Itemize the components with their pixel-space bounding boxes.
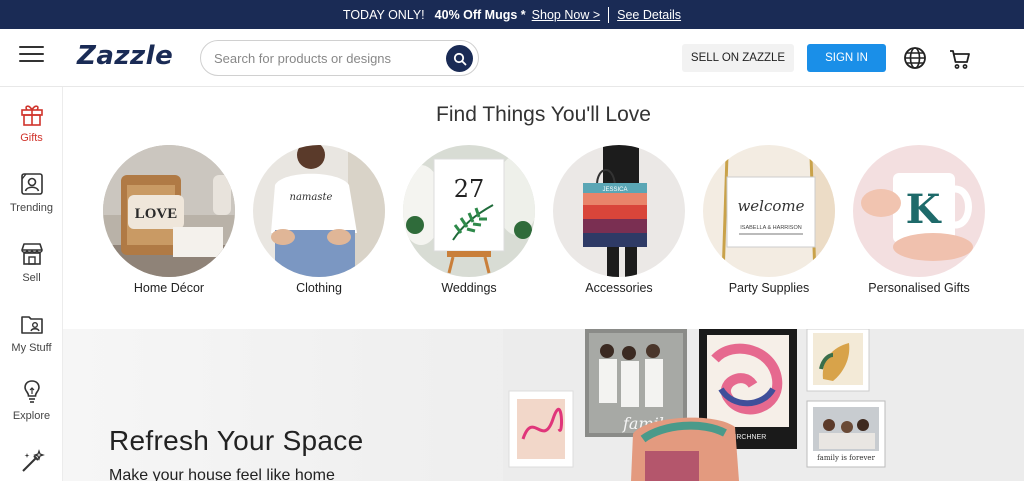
category-label: Weddings: [441, 281, 497, 295]
lightbulb-icon: [23, 380, 40, 403]
accessories-image: JESSICA: [553, 145, 685, 277]
mug-letter-text: K: [906, 186, 942, 233]
category-personalised-gifts[interactable]: K Personalised Gifts: [844, 145, 994, 295]
clothing-image: namaste: [253, 145, 385, 277]
weddings-image: 27: [403, 145, 535, 277]
design-wand-icon: [21, 449, 45, 472]
sidebar-item-explore[interactable]: Explore: [0, 379, 63, 422]
sidebar-item-label: Explore: [12, 410, 51, 422]
search-icon: [453, 52, 466, 65]
sidebar-item-my-stuff[interactable]: My Stuff: [0, 311, 63, 354]
namaste-shirt-text: namaste: [290, 192, 333, 203]
category-home-decor[interactable]: LOVE Home Décor: [94, 145, 244, 295]
site-header: Zazzle SELL ON ZAZZLE SIGN IN: [0, 29, 1024, 87]
hero-banner[interactable]: family KIRCHNER family is forever Refres…: [63, 329, 1024, 481]
promo-divider: [608, 6, 610, 23]
shop-now-link[interactable]: Shop Now >: [532, 8, 600, 22]
folder-icon: [20, 316, 43, 334]
sidebar-item-label: Gifts: [20, 132, 43, 144]
category-label: Party Supplies: [728, 281, 810, 295]
promo-text: TODAY ONLY!: [342, 7, 425, 22]
sidebar-item-trending[interactable]: Trending: [0, 171, 63, 214]
hero-subtitle: Make your house feel like home: [109, 467, 335, 481]
home-decor-image: LOVE: [103, 145, 235, 277]
love-pillow-text: LOVE: [135, 206, 178, 222]
sidebar-item-design[interactable]: [0, 449, 63, 480]
menu-icon[interactable]: [19, 46, 44, 66]
hero-title: Refresh Your Space: [109, 425, 364, 456]
category-label: Personalised Gifts: [868, 281, 970, 295]
section-title: Find Things You'll Love: [436, 103, 651, 126]
search-bar: [200, 40, 479, 76]
sidebar-nav: Gifts Trending Sell My Stuff Explore: [0, 87, 63, 481]
sidebar-item-label: Sell: [22, 272, 41, 284]
globe-icon[interactable]: [903, 46, 927, 70]
personalised-gifts-image: K: [853, 145, 985, 277]
category-label: Accessories: [585, 281, 653, 295]
sell-on-zazzle-button[interactable]: SELL ON ZAZZLE: [682, 44, 794, 72]
trending-icon: [20, 173, 43, 195]
search-input[interactable]: [214, 49, 434, 67]
promo-bar: TODAY ONLY! 40% Off Mugs * Shop Now > Se…: [0, 0, 1024, 29]
category-party-supplies[interactable]: welcome ISABELLA & HARRISON Party Suppli…: [694, 145, 844, 295]
zazzle-logo[interactable]: Zazzle: [77, 41, 173, 71]
sidebar-item-label: My Stuff: [11, 342, 52, 354]
family-frame-caption: family is forever: [817, 454, 876, 462]
category-accessories[interactable]: JESSICA Accessories: [544, 145, 694, 295]
welcome-sign-text: welcome: [737, 197, 804, 215]
category-label: Home Décor: [133, 281, 205, 295]
search-button[interactable]: [446, 45, 473, 72]
sidebar-item-label: Trending: [9, 202, 53, 214]
party-supplies-image: welcome ISABELLA & HARRISON: [703, 145, 835, 277]
hero-wall-art-image: family KIRCHNER family is forever: [503, 329, 1024, 481]
category-weddings[interactable]: 27 Weddings: [394, 145, 544, 295]
bag-name-text: JESSICA: [602, 187, 627, 193]
welcome-names-text: ISABELLA & HARRISON: [740, 225, 801, 231]
promo-offer: 40% Off Mugs *: [434, 7, 526, 22]
sidebar-item-gifts[interactable]: Gifts: [0, 101, 63, 144]
category-label: Clothing: [296, 281, 342, 295]
cart-icon[interactable]: [948, 47, 972, 71]
gift-icon: [20, 105, 43, 126]
store-icon: [20, 243, 43, 265]
sign-in-button[interactable]: SIGN IN: [807, 44, 886, 72]
category-clothing[interactable]: namaste Clothing: [244, 145, 394, 295]
see-details-link[interactable]: See Details: [617, 8, 681, 22]
sidebar-item-sell[interactable]: Sell: [0, 241, 63, 284]
table-number-text: 27: [454, 175, 485, 203]
